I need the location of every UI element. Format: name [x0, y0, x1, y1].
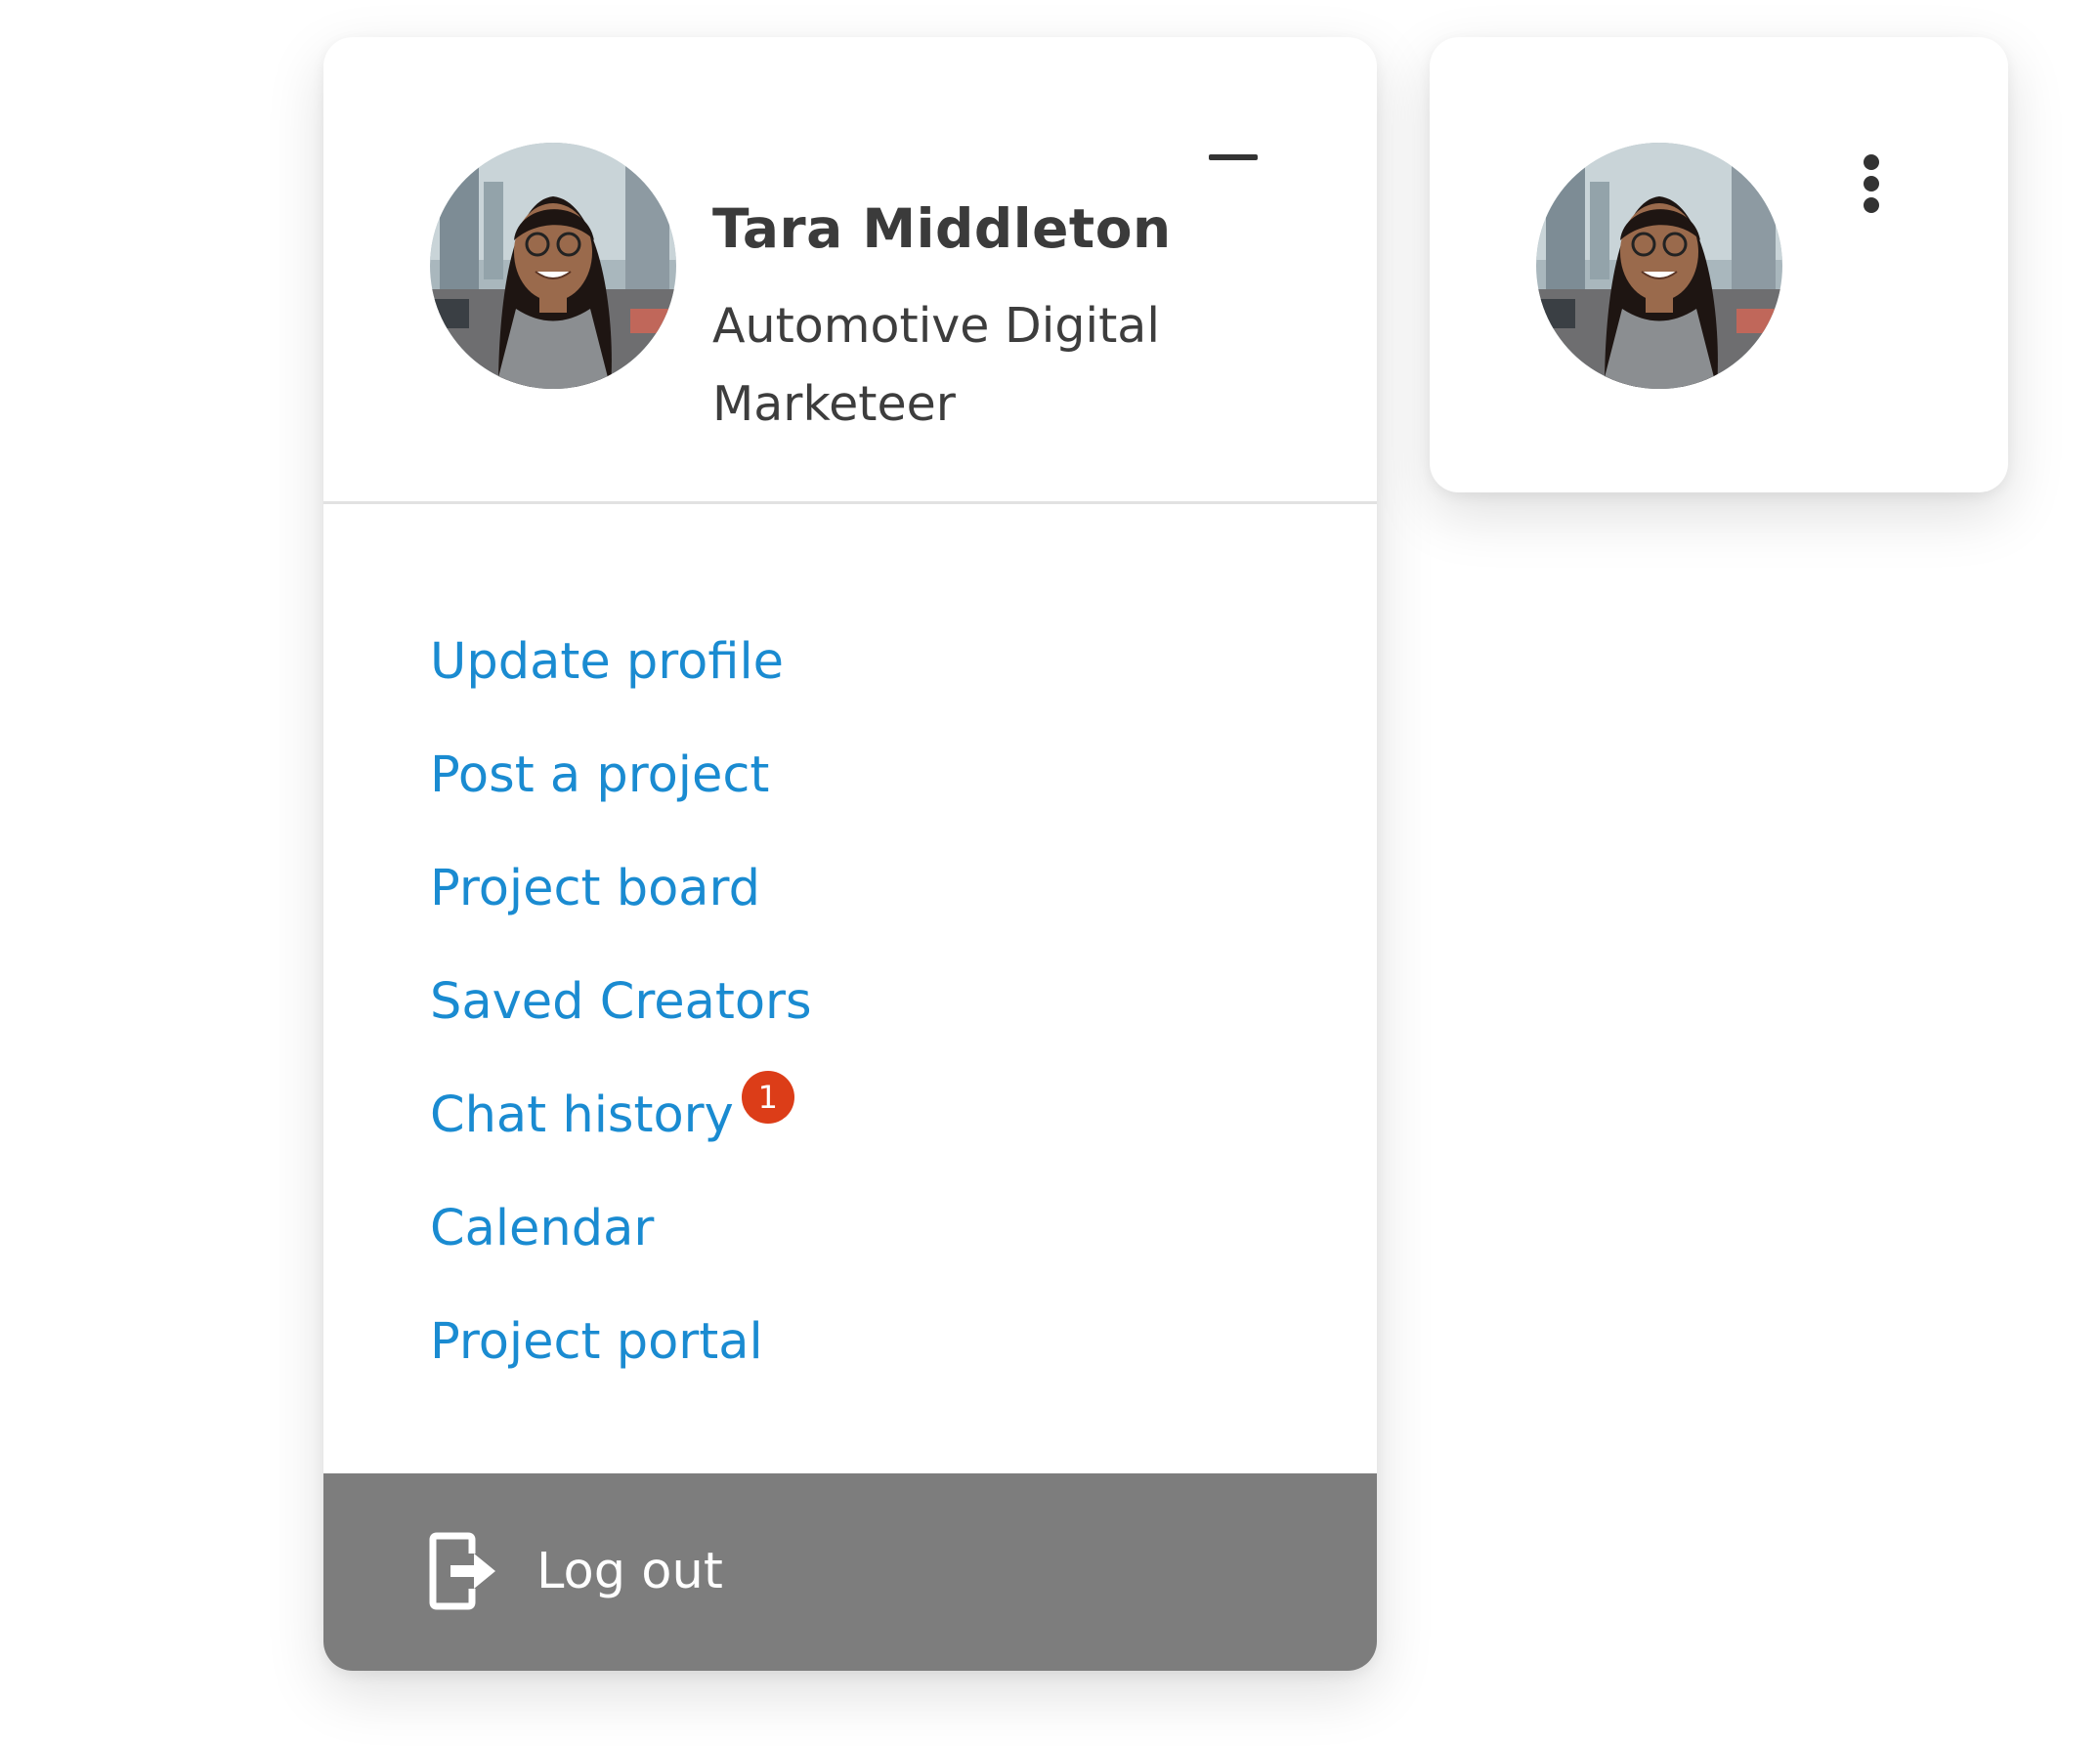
- kebab-menu-button[interactable]: [1842, 115, 1901, 217]
- logout-button[interactable]: Log out: [323, 1473, 1377, 1671]
- menu-item-calendar[interactable]: Calendar: [430, 1171, 812, 1284]
- menu-item-label: Update profile: [430, 633, 785, 691]
- menu-item-update-profile[interactable]: Update profile: [430, 604, 812, 717]
- menu-item-chat-history[interactable]: Chat history 1: [430, 1057, 812, 1171]
- menu-item-label: Saved Creators: [430, 973, 812, 1031]
- menu-item-label: Project portal: [430, 1313, 763, 1371]
- notification-badge: 1: [741, 1071, 794, 1124]
- kebab-menu-icon: [1864, 197, 1879, 213]
- menu-item-saved-creators[interactable]: Saved Creators: [430, 944, 812, 1057]
- menu-item-label: Post a project: [430, 746, 770, 804]
- kebab-menu-icon: [1864, 154, 1879, 170]
- profile-role: Automotive Digital Marketeer: [712, 298, 1160, 432]
- menu-item-project-board[interactable]: Project board: [430, 830, 812, 944]
- minus-icon: [1209, 154, 1258, 160]
- profile-header: Tara Middleton Automotive Digital Market…: [323, 37, 1377, 504]
- profile-menu-card: Tara Middleton Automotive Digital Market…: [323, 37, 1377, 1671]
- kebab-menu-icon: [1864, 176, 1879, 192]
- profile-menu: Update profile Post a project Project bo…: [430, 604, 812, 1397]
- logout-label: Log out: [536, 1543, 723, 1600]
- logout-icon: [429, 1532, 499, 1610]
- collapse-button[interactable]: [1199, 131, 1267, 190]
- profile-avatar: [1536, 143, 1782, 389]
- profile-name: Tara Middleton: [712, 197, 1172, 260]
- menu-item-label: Calendar: [430, 1200, 655, 1257]
- profile-avatar: [430, 143, 676, 389]
- menu-item-post-project[interactable]: Post a project: [430, 717, 812, 830]
- menu-item-label: Chat history: [430, 1086, 734, 1144]
- avatar-photo-icon: [430, 143, 676, 389]
- profile-card-collapsed: [1430, 37, 2008, 492]
- menu-item-label: Project board: [430, 860, 760, 917]
- menu-item-project-portal[interactable]: Project portal: [430, 1284, 812, 1397]
- avatar-photo-icon: [1536, 143, 1782, 389]
